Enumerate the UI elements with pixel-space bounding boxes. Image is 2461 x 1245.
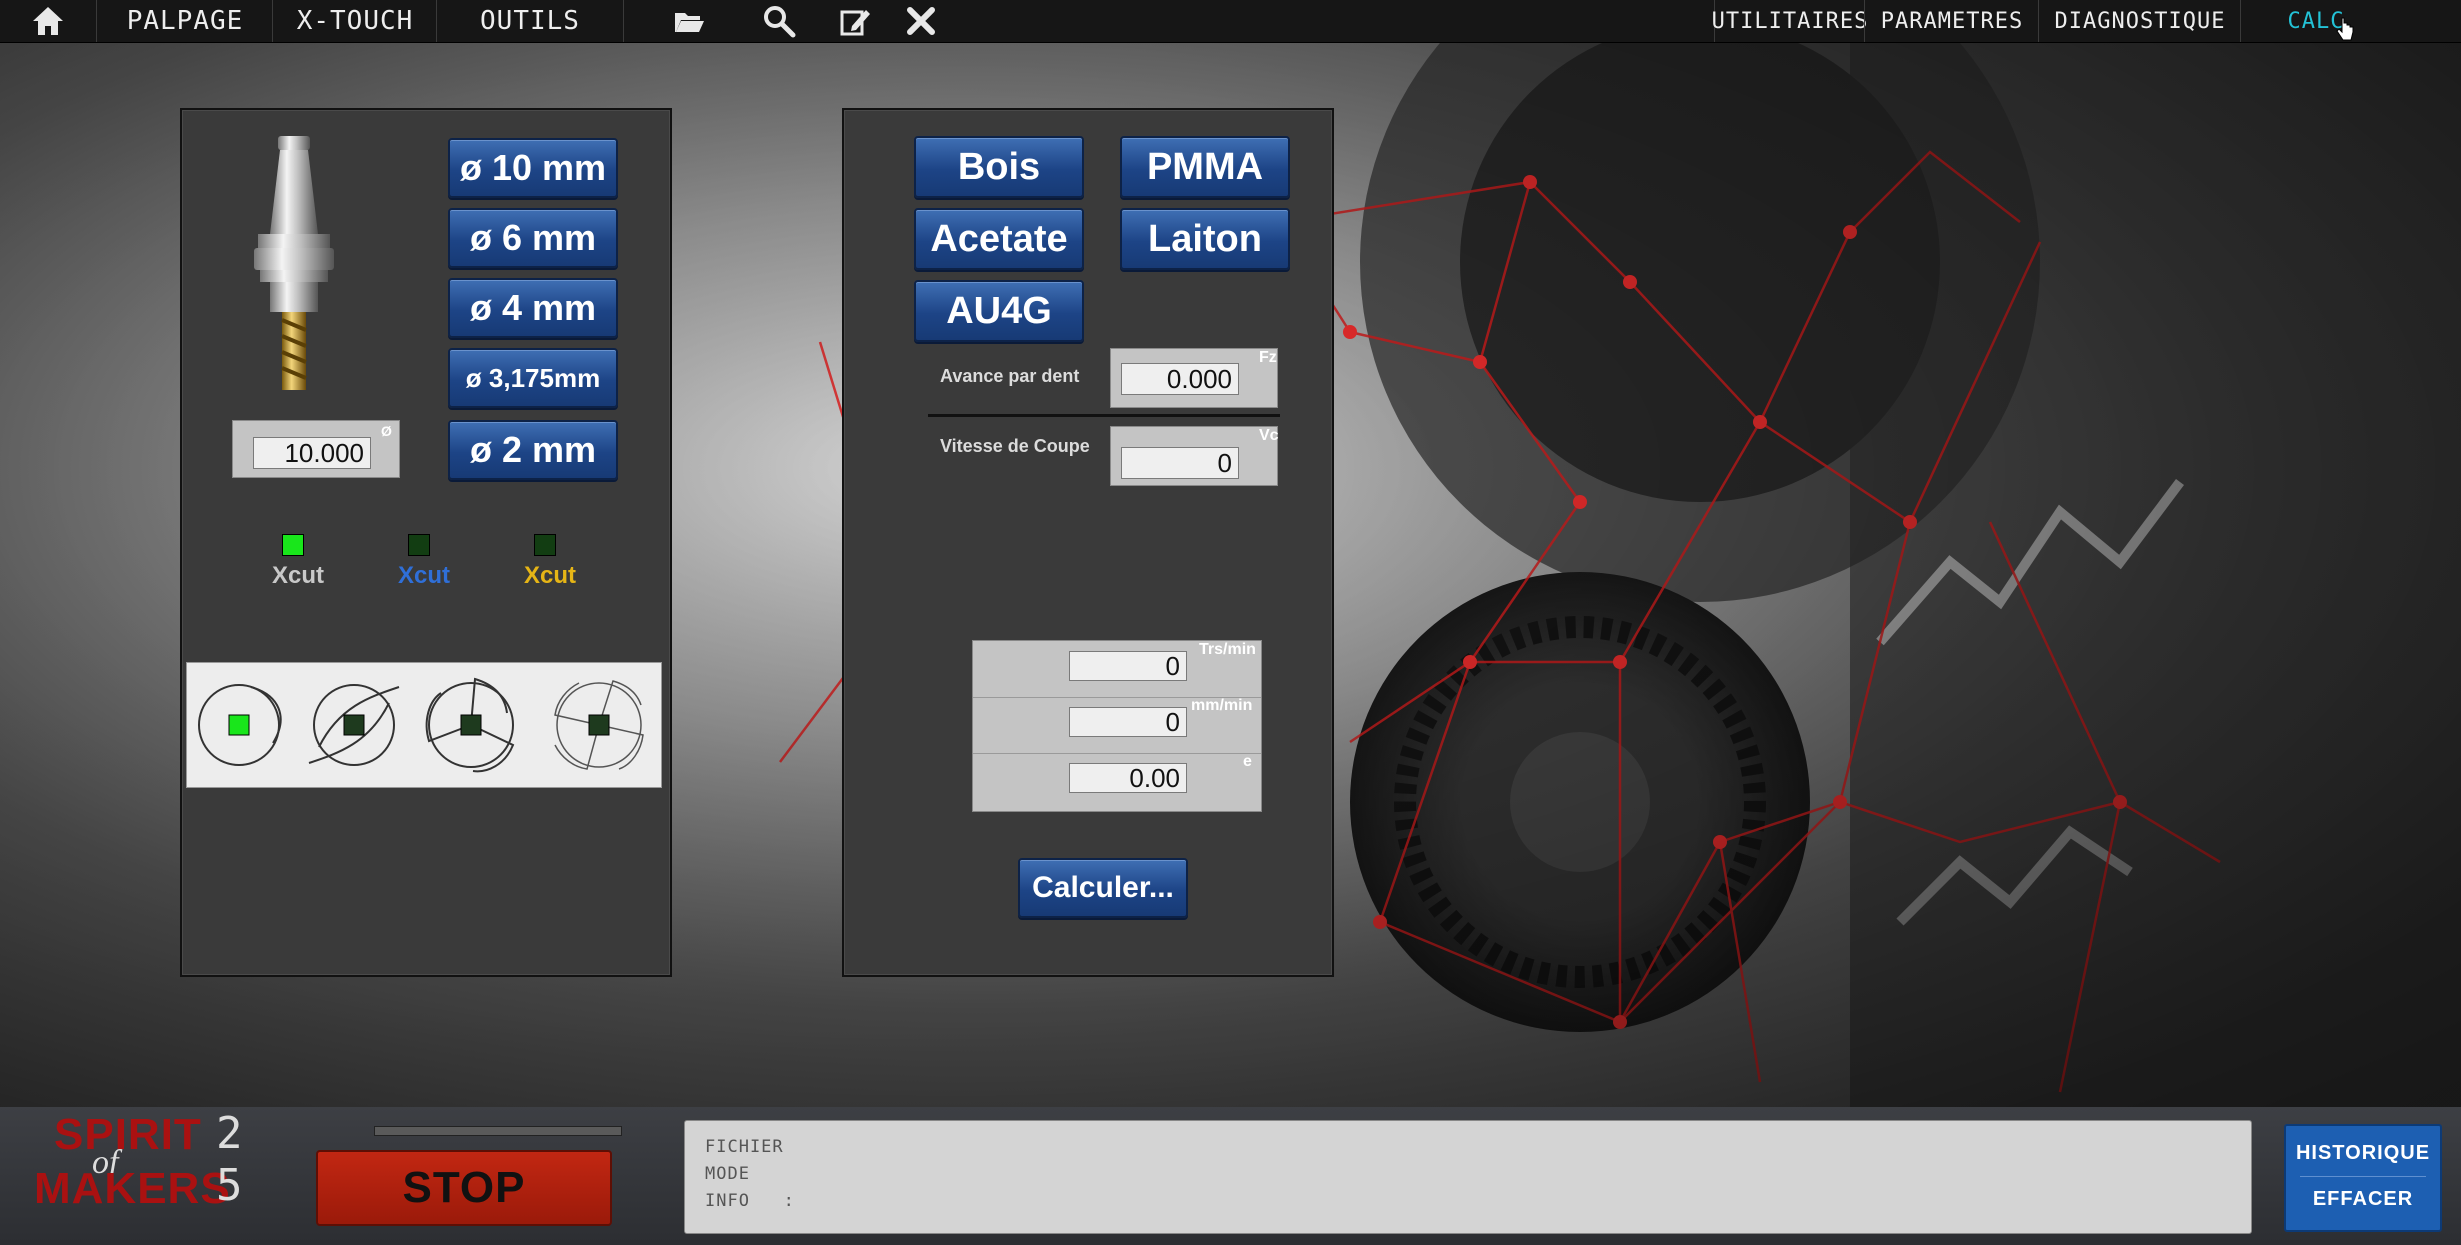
e-unit: e	[1243, 753, 1252, 770]
history-panel: HISTORIQUE EFFACER	[2284, 1124, 2442, 1232]
menu-parametres[interactable]: PARAMETRES	[1864, 0, 2039, 42]
material-acetate-button[interactable]: Acetate	[914, 208, 1084, 270]
info-info: INFO :	[705, 1191, 795, 1211]
effacer-button[interactable]: EFFACER	[2286, 1188, 2440, 1211]
cutting-speed-field-box: Vc	[1110, 426, 1279, 486]
rpm-unit: Trs/min	[1199, 641, 1256, 658]
material-pmma-button[interactable]: PMMA	[1120, 136, 1290, 198]
mouse-cursor-icon	[2336, 17, 2354, 41]
3-flute-icon[interactable]	[415, 673, 527, 777]
calculate-button[interactable]: Calculer...	[1018, 858, 1188, 918]
tool-panel: ø 10 mm ø 6 mm ø 4 mm ø 3,175mm ø 2 mm Ø…	[180, 108, 672, 977]
diameter-4mm-button[interactable]: ø 4 mm	[448, 278, 618, 338]
spirit-of-makers-logo: SPIRIT of MAKERS 2 5	[30, 1108, 250, 1216]
xcut-led-2[interactable]	[408, 534, 430, 556]
e-output	[1069, 763, 1187, 793]
diameter-field-box: Ø	[232, 420, 400, 478]
logo-num-top: 2	[216, 1108, 243, 1159]
menu-outils[interactable]: OUTILS	[436, 0, 624, 42]
feed-per-tooth-label: Avance par dent	[940, 366, 1080, 386]
info-panel: FICHIER MODE INFO :	[684, 1120, 2252, 1234]
xcut-label-3: Xcut	[524, 562, 577, 589]
feed-per-tooth-input[interactable]	[1121, 363, 1239, 395]
results-box: Trs/min mm/min e	[972, 640, 1262, 812]
menu-diagnostique[interactable]: DIAGNOSTIQUE	[2038, 0, 2241, 42]
edit-icon[interactable]	[838, 4, 872, 38]
folder-open-icon[interactable]	[672, 4, 706, 38]
search-icon[interactable]	[762, 4, 796, 38]
material-au4g-button[interactable]: AU4G	[914, 280, 1084, 342]
progress-track	[374, 1126, 622, 1136]
1-flute-icon[interactable]	[191, 677, 295, 773]
diameter-10mm-button[interactable]: ø 10 mm	[448, 138, 618, 198]
feed-per-tooth-field-box: Fz	[1110, 348, 1278, 408]
logo-line1: SPIRIT	[54, 1110, 202, 1159]
menu-x-touch[interactable]: X-TOUCH	[272, 0, 437, 42]
menu-palpage[interactable]: PALPAGE	[96, 0, 273, 42]
flute-selector	[186, 662, 662, 788]
material-bois-button[interactable]: Bois	[914, 136, 1084, 198]
divider	[928, 414, 1280, 417]
home-button[interactable]	[0, 0, 96, 42]
xcut-label-2: Xcut	[398, 562, 451, 589]
info-mode: MODE	[705, 1164, 750, 1184]
home-icon	[33, 7, 63, 35]
history-divider	[2300, 1176, 2426, 1177]
feed-rate-unit: mm/min	[1191, 697, 1253, 714]
material-panel: Bois PMMA Acetate Laiton AU4G Avance par…	[842, 108, 1334, 977]
stop-button[interactable]: STOP	[316, 1150, 612, 1226]
logo-num-bottom: 5	[216, 1160, 243, 1211]
result-row-rpm: Trs/min	[973, 641, 1261, 698]
menu-utilitaires[interactable]: UTILITAIRES	[1712, 0, 1867, 42]
logo-line2: MAKERS	[34, 1164, 231, 1213]
diameter-6mm-button[interactable]: ø 6 mm	[448, 208, 618, 268]
feed-rate-output	[1069, 707, 1187, 737]
tool-holder-image	[254, 136, 334, 390]
diameter-3175mm-button[interactable]: ø 3,175mm	[448, 348, 618, 408]
xcut-led-3[interactable]	[534, 534, 556, 556]
cutting-speed-label: Vitesse de Coupe	[940, 436, 1090, 456]
historique-button[interactable]: HISTORIQUE	[2286, 1142, 2440, 1165]
menu-calc[interactable]: CALC	[2240, 0, 2391, 42]
2-flute-icon[interactable]	[299, 677, 409, 773]
xcut-led-1[interactable]	[282, 534, 304, 556]
top-toolbar: PALPAGE X-TOUCH OUTILS UTILITAIRES PARAM…	[0, 0, 2461, 43]
diameter-input[interactable]	[253, 437, 371, 469]
result-row-e: e	[973, 753, 1261, 809]
cutting-speed-input[interactable]	[1121, 447, 1239, 479]
material-laiton-button[interactable]: Laiton	[1120, 208, 1290, 270]
close-icon[interactable]	[904, 4, 938, 38]
rpm-output	[1069, 651, 1187, 681]
info-fichier: FICHIER	[705, 1137, 784, 1157]
xcut-label-1: Xcut	[272, 562, 325, 589]
result-row-feed: mm/min	[973, 697, 1261, 754]
4-flute-icon[interactable]	[543, 673, 655, 777]
diameter-2mm-button[interactable]: ø 2 mm	[448, 420, 618, 480]
diameter-tag: Ø	[381, 423, 392, 439]
feed-per-tooth-tag: Fz	[1259, 349, 1277, 366]
cutting-speed-tag: Vc	[1259, 427, 1279, 444]
